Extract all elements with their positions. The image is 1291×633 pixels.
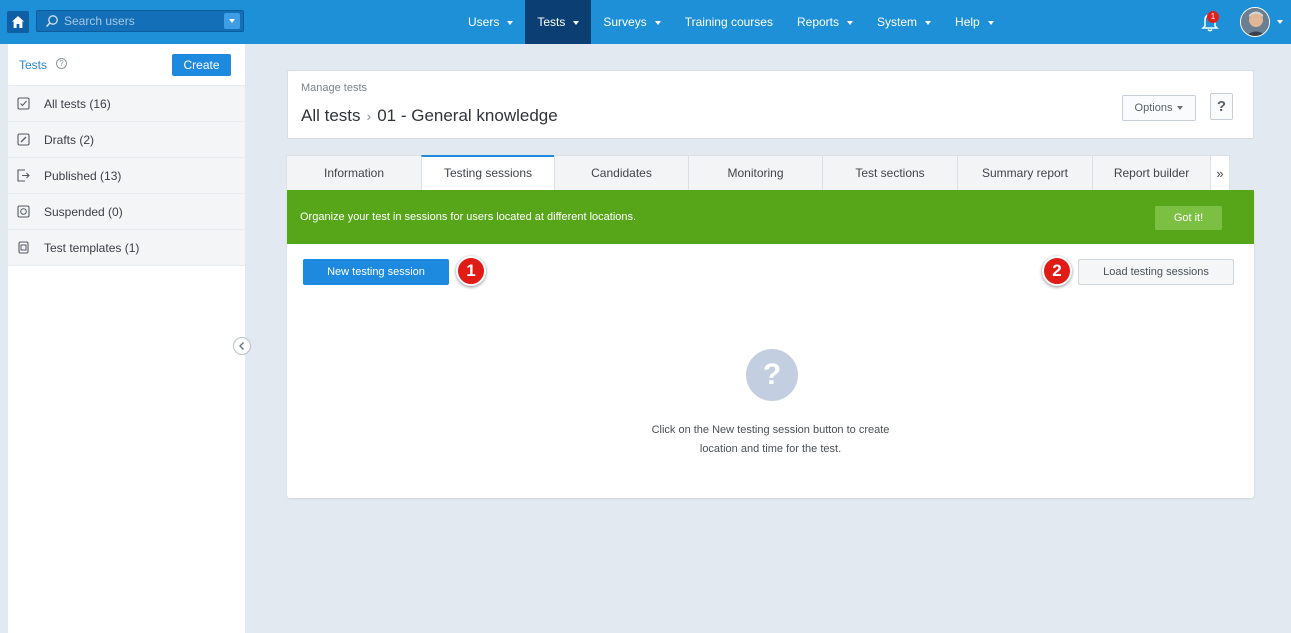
nav-help[interactable]: Help bbox=[943, 0, 1006, 44]
sidebar-item-label: All tests (16) bbox=[44, 97, 111, 111]
search-input[interactable] bbox=[64, 12, 214, 30]
chevron-down-icon bbox=[654, 20, 661, 25]
pause-icon bbox=[17, 205, 30, 218]
chevron-left-icon bbox=[239, 342, 244, 350]
empty-state-line: Click on the New testing session button … bbox=[651, 424, 890, 436]
testing-sessions-panel: Organize your test in sessions for users… bbox=[287, 190, 1254, 498]
sidebar-item-label: Drafts (2) bbox=[44, 133, 95, 147]
chevron-down-icon bbox=[573, 20, 580, 25]
checkbox-icon bbox=[17, 97, 30, 110]
options-button[interactable]: Options bbox=[1122, 95, 1196, 121]
sidebar-item-label: Suspended (0) bbox=[44, 205, 123, 219]
sidebar-item-label: Test templates (1) bbox=[44, 241, 140, 255]
search-dropdown-button[interactable] bbox=[224, 13, 240, 29]
nav-reports[interactable]: Reports bbox=[785, 0, 865, 44]
edit-icon bbox=[17, 133, 30, 146]
tab-monitoring[interactable]: Monitoring bbox=[688, 155, 823, 190]
chevron-down-icon bbox=[987, 20, 994, 25]
sidebar-item-test-templates[interactable]: Test templates (1) bbox=[8, 230, 245, 266]
breadcrumb: Manage tests bbox=[301, 82, 368, 94]
question-icon: ? bbox=[746, 349, 798, 401]
search-icon bbox=[45, 15, 58, 28]
home-button[interactable] bbox=[7, 11, 29, 33]
help-button[interactable]: ? bbox=[1210, 93, 1233, 120]
nav-training-courses[interactable]: Training courses bbox=[673, 0, 785, 44]
info-banner: Organize your test in sessions for users… bbox=[287, 190, 1254, 244]
breadcrumb-separator: › bbox=[366, 108, 372, 124]
sidebar-item-drafts[interactable]: Drafts (2) bbox=[8, 122, 245, 158]
collapse-sidebar-button[interactable] bbox=[233, 337, 251, 355]
annotation-marker-1: 1 bbox=[456, 256, 486, 286]
sidebar-item-label: Published (13) bbox=[44, 169, 122, 183]
tabs-more-button[interactable]: » bbox=[1210, 155, 1230, 190]
breadcrumb-current: 01 - General knowledge bbox=[377, 106, 558, 125]
avatar-dropdown-icon[interactable] bbox=[1277, 20, 1283, 24]
home-icon bbox=[12, 16, 24, 28]
main-nav: Users Tests Surveys Training courses Rep… bbox=[456, 0, 1006, 44]
notification-badge: 1 bbox=[1207, 11, 1219, 23]
user-avatar[interactable] bbox=[1240, 7, 1270, 37]
tab-report-builder[interactable]: Report builder bbox=[1092, 155, 1211, 190]
load-testing-sessions-button[interactable]: Load testing sessions bbox=[1078, 259, 1234, 285]
banner-text: Organize your test in sessions for users… bbox=[300, 211, 637, 223]
tab-information[interactable]: Information bbox=[286, 155, 422, 190]
page-title: All tests › 01 - General knowledge bbox=[301, 106, 558, 126]
export-icon bbox=[17, 169, 30, 182]
annotation-marker-2: 2 bbox=[1042, 256, 1072, 286]
create-button[interactable]: Create bbox=[172, 54, 231, 76]
tab-candidates[interactable]: Candidates bbox=[554, 155, 689, 190]
new-testing-session-button[interactable]: New testing session bbox=[303, 259, 449, 285]
nav-system[interactable]: System bbox=[865, 0, 943, 44]
sidebar: Tests ? Create All tests (16) Drafts (2)… bbox=[8, 44, 245, 633]
sidebar-item-published[interactable]: Published (13) bbox=[8, 158, 245, 194]
sidebar-title: Tests bbox=[19, 58, 48, 72]
search-box bbox=[36, 10, 244, 32]
chevron-down-icon bbox=[925, 20, 932, 25]
tab-testing-sessions[interactable]: Testing sessions bbox=[421, 155, 555, 190]
nav-users[interactable]: Users bbox=[456, 0, 525, 44]
top-navigation-bar: Users Tests Surveys Training courses Rep… bbox=[0, 0, 1291, 44]
nav-tests[interactable]: Tests bbox=[525, 0, 592, 44]
help-icon[interactable]: ? bbox=[56, 58, 67, 69]
page-header: Manage tests All tests › 01 - General know… bbox=[287, 70, 1254, 139]
empty-state-line: location and time for the test. bbox=[699, 443, 842, 455]
breadcrumb-root[interactable]: All tests bbox=[301, 106, 361, 125]
template-icon bbox=[18, 241, 29, 254]
sidebar-item-all-tests[interactable]: All tests (16) bbox=[8, 86, 245, 122]
tab-test-sections[interactable]: Test sections bbox=[822, 155, 958, 190]
chevron-down-icon bbox=[847, 20, 854, 25]
empty-state-message: Click on the New testing session button … bbox=[587, 421, 954, 459]
nav-surveys[interactable]: Surveys bbox=[591, 0, 672, 44]
chevron-down-icon bbox=[1177, 106, 1184, 111]
chevron-down-icon bbox=[507, 20, 514, 25]
tab-summary-report[interactable]: Summary report bbox=[957, 155, 1093, 190]
avatar-photo bbox=[1241, 8, 1269, 36]
got-it-button[interactable]: Got it! bbox=[1155, 206, 1222, 230]
sidebar-item-suspended[interactable]: Suspended (0) bbox=[8, 194, 245, 230]
sidebar-header: Tests ? Create bbox=[8, 44, 245, 86]
tab-bar: Information Testing sessions Candidates … bbox=[286, 155, 1230, 190]
